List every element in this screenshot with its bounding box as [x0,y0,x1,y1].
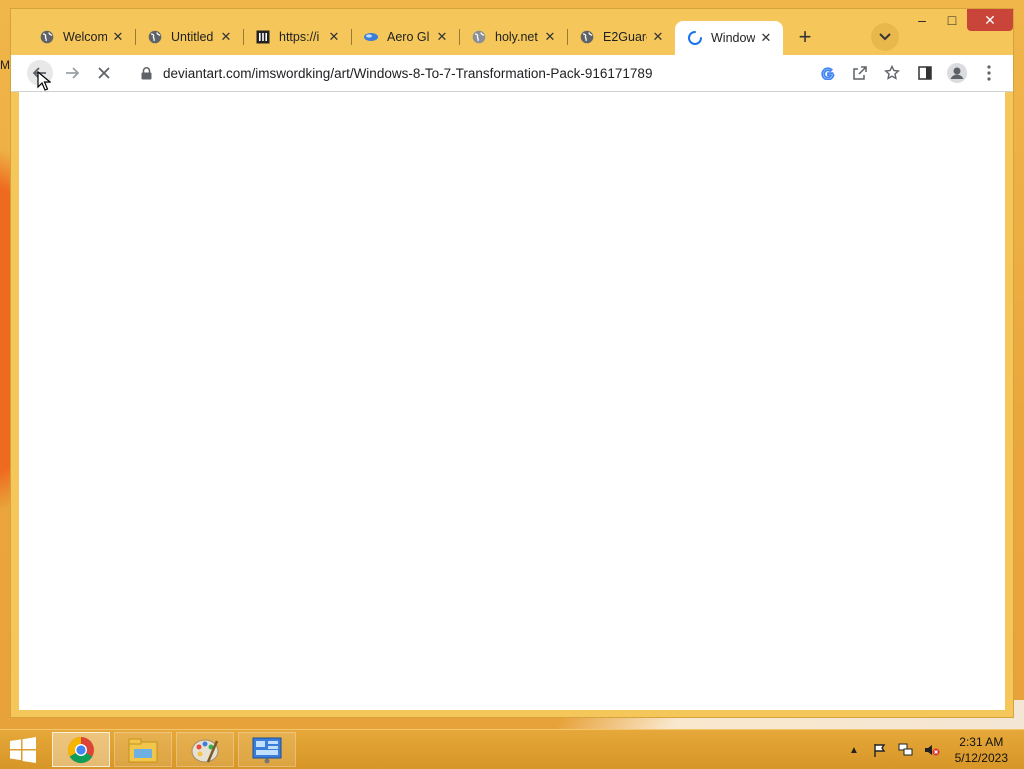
forward-button[interactable] [59,60,85,86]
tab-untitled[interactable]: Untitled ✕ [135,21,243,53]
profile-avatar-icon[interactable] [945,61,969,85]
tab-e2guardian[interactable]: E2Guard ✕ [567,21,675,53]
window-controls: – □ ✕ [907,9,1013,33]
taskbar: ▲ 2:31 AM 5/12/2023 [0,729,1024,769]
close-tab-icon[interactable]: ✕ [327,29,341,45]
control-panel-icon [252,737,282,763]
tab-strip: Welcom ✕ Untitled ✕ https://i ✕ Aero Gl … [27,21,893,55]
toolbar-right [913,61,1001,85]
chevron-down-icon [879,33,891,41]
browser-toolbar: deviantart.com/imswordking/art/Windows-8… [11,55,1013,92]
tab-title: Aero Gl [387,30,430,44]
browser-window: – □ ✕ Welcom ✕ Untitled ✕ https://i ✕ Ae… [10,8,1014,718]
taskbar-clock[interactable]: 2:31 AM 5/12/2023 [955,734,1008,766]
file-explorer-icon [128,738,158,762]
globe-icon [579,29,595,45]
globe-icon [471,29,487,45]
page-content-area[interactable] [19,92,1005,710]
loading-spinner-icon [687,30,703,46]
tab-title: E2Guard [603,30,647,44]
tab-https[interactable]: https://i ✕ [243,21,351,53]
close-tab-icon[interactable]: ✕ [435,29,449,45]
minimize-button[interactable]: – [907,9,937,31]
clock-time: 2:31 AM [959,735,1004,749]
chrome-icon [67,736,94,763]
lock-icon [141,66,155,80]
tab-title: Untitled [171,30,214,44]
address-bar[interactable]: deviantart.com/imswordking/art/Windows-8… [129,59,841,87]
url-text[interactable]: deviantart.com/imswordking/art/Windows-8… [163,66,652,81]
google-lens-icon[interactable] [819,64,837,82]
close-icon [98,67,110,79]
close-tab-icon[interactable]: ✕ [111,29,125,45]
volume-muted-icon[interactable] [924,742,940,758]
paint-icon [191,739,219,762]
side-panel-icon[interactable] [913,61,937,85]
tab-welcome[interactable]: Welcom ✕ [27,21,135,53]
tab-title: Welcom [63,30,107,44]
network-icon[interactable] [898,742,914,758]
flag-icon[interactable] [872,742,888,758]
taskbar-file-explorer[interactable] [114,732,172,767]
tab-title: holy.net [495,30,538,44]
menu-dots-icon[interactable] [977,61,1001,85]
close-tab-icon[interactable]: ✕ [543,29,557,45]
globe-icon [147,29,163,45]
tab-aero-glass[interactable]: Aero Gl ✕ [351,21,459,53]
tab-holy-net[interactable]: holy.net ✕ [459,21,567,53]
desktop-edge-text: M [0,58,10,72]
mouse-cursor-icon [37,71,51,91]
close-tab-icon[interactable]: ✕ [651,29,665,45]
star-icon[interactable] [883,64,901,82]
clock-date: 5/12/2023 [954,751,1008,765]
maximize-button[interactable]: □ [937,9,967,31]
building-icon [255,29,271,45]
close-tab-icon[interactable]: ✕ [219,29,233,45]
stop-loading-button[interactable] [91,60,117,86]
windows-start-icon[interactable] [8,737,38,763]
aero-icon [363,29,379,45]
address-bar-actions [819,64,901,82]
chevron-up-icon[interactable]: ▲ [846,742,862,758]
tab-title: https://i [279,30,320,44]
new-tab-button[interactable]: + [791,23,819,51]
close-tab-icon[interactable]: ✕ [759,30,773,46]
share-icon[interactable] [851,64,869,82]
system-tray: ▲ [846,742,940,758]
taskbar-control-panel[interactable] [238,732,296,767]
tab-title: Window [711,31,755,45]
globe-icon [39,29,55,45]
taskbar-chrome[interactable] [52,732,110,767]
plus-icon: + [798,24,812,49]
tab-windows-active[interactable]: Window ✕ [675,21,783,55]
arrow-right-icon [66,67,80,79]
close-window-button[interactable]: ✕ [967,9,1013,31]
taskbar-paint[interactable] [176,732,234,767]
tab-search-button[interactable] [871,23,899,51]
